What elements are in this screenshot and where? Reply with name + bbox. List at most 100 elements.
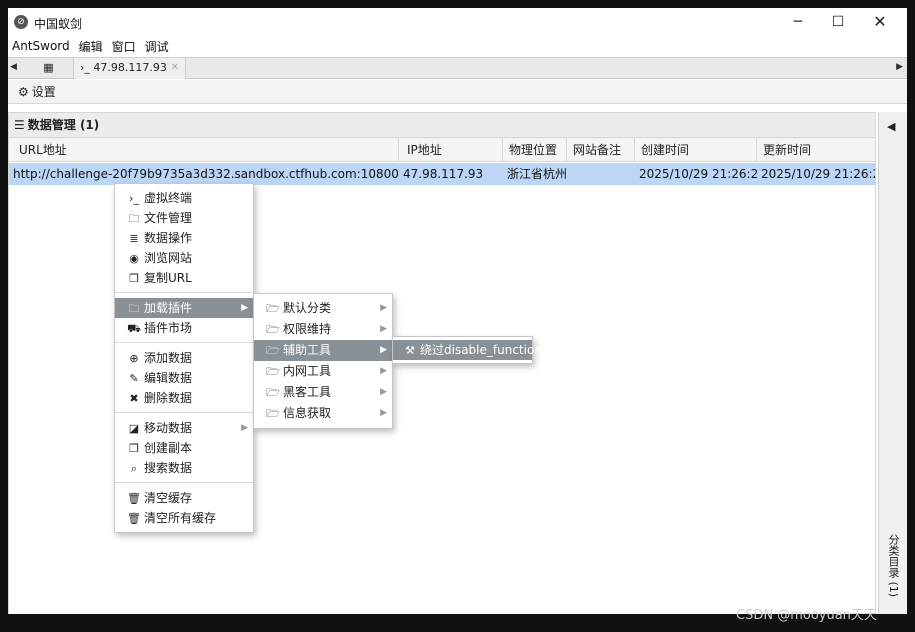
cell-created: 2025/10/29 21:26:29 [639,167,757,181]
tab-shell-label: ›_ 47.98.117.93 [80,61,167,74]
delete-icon: ✖ [129,392,139,405]
menu-edit[interactable]: 编辑 [79,38,103,55]
cart-icon: ⛟ [127,322,141,335]
menu-item-clear-cache[interactable]: 🗑 清空缓存 [115,488,253,508]
close-button[interactable]: ✕ [865,12,895,32]
menu-item-duplicate[interactable]: ❐ 创建副本 [115,438,253,458]
antsword-logo-icon: ⊘ [14,15,28,29]
col-header-location[interactable]: 物理位置 [503,138,567,162]
list-icon: ☰ [14,118,25,132]
category-panel: ◀ 分类目录 (1) [878,112,907,614]
move-icon: ◪ [128,422,140,435]
category-panel-label[interactable]: 分类目录 (1) [885,534,901,614]
gear-icon: ⚙ [18,85,29,99]
copy-icon: ❐ [129,442,139,455]
submenu-item-info-gathering[interactable]: 🗁 信息获取 ▶ [254,403,392,424]
expand-panel-icon[interactable]: ◀ [887,120,895,133]
folder-open-icon: 🗁 [266,365,280,378]
menu-item-delete-data[interactable]: ✖ 删除数据 [115,388,253,408]
menu-item-plugin-market[interactable]: ⛟ 插件市场 [115,318,253,338]
folder-icon: 🗀 [128,212,140,225]
settings-button[interactable]: ⚙ 设置 [18,85,56,99]
title-bar: ⊘ 中国蚁剑 ─ ☐ ✕ [8,8,907,36]
tab-home[interactable]: ▦ [24,58,74,79]
folder-icon: 🗀 [128,302,140,315]
submenu-item-persistence[interactable]: 🗁 权限维持 ▶ [254,319,392,340]
tab-close-icon[interactable]: ✕ [171,58,179,78]
gavel-icon: ⚒ [405,344,415,357]
submenu-arrow-icon: ▶ [380,366,387,376]
submenu-item-hacker-tools[interactable]: 🗁 黑客工具 ▶ [254,382,392,403]
cell-url: http://challenge-20f79b9735a3d332.sandbo… [13,167,399,181]
search-icon: ⌕ [130,462,138,475]
cell-note [567,163,635,185]
context-menu: ›_ 虚拟终端 🗀 文件管理 ≣ 数据操作 ◉ 浏览网站 ❐ 复制URL 🗀 加载插件 ▶ ⛟… [114,183,254,533]
col-header-created[interactable]: 创建时间 [635,138,757,162]
menu-bar: AntSword 编辑 窗口 调试 [8,36,907,56]
folder-open-icon: 🗁 [266,302,280,315]
grid-header: URL地址 IP地址 物理位置 网站备注 创建时间 更新时间 [9,138,875,162]
menu-separator [115,292,253,293]
submenu-arrow-icon: ▶ [380,387,387,397]
menu-item-browse-site[interactable]: ◉ 浏览网站 [115,248,253,268]
chrome-icon: ◉ [129,252,139,265]
copy-icon: ❐ [129,272,139,285]
app-window: ⊘ 中国蚁剑 ─ ☐ ✕ AntSword 编辑 窗口 调试 ◀ ▦ ›_ 47… [8,8,907,614]
minimize-button[interactable]: ─ [783,12,813,32]
folder-open-icon: 🗁 [266,344,280,357]
folder-open-icon: 🗁 [266,386,280,399]
menu-item-edit-data[interactable]: ✎ 编辑数据 [115,368,253,388]
window-title: 中国蚁剑 [34,17,83,31]
cell-ip: 47.98.117.93 [403,167,484,181]
terminal-icon: ›_ [129,192,139,205]
submenu-arrow-icon: ▶ [241,303,248,313]
menu-item-file-manager[interactable]: 🗀 文件管理 [115,208,253,228]
cell-location: 浙江省杭州市 [507,167,567,181]
grid-icon: ▦ [43,61,54,74]
menu-item-search-data[interactable]: ⌕ 搜索数据 [115,458,253,478]
submenu-arrow-icon: ▶ [380,324,387,334]
menu-item-terminal[interactable]: ›_ 虚拟终端 [115,188,253,208]
submenu-item-default[interactable]: 🗁 默认分类 ▶ [254,298,392,319]
menu-item-move-data[interactable]: ◪ 移动数据 ▶ [115,418,253,438]
maximize-button[interactable]: ☐ [823,12,853,32]
tab-scroll-right-icon[interactable]: ▶ [896,62,903,72]
edit-icon: ✎ [129,372,139,385]
folder-open-icon: 🗁 [266,323,280,336]
data-panel-header: ☰ 数据管理 (1) [8,112,876,138]
submenu-item-bypass-disable-functions[interactable]: ⚒ 绕过disable_functions [393,340,548,360]
menu-debug[interactable]: 调试 [145,38,169,55]
trash-icon: 🗑 [127,512,141,525]
tools-submenu: ⚒ 绕过disable_functions [392,336,548,364]
menu-item-copy-url[interactable]: ❐ 复制URL [115,268,253,288]
trash-outline-icon: 🗑 [127,492,141,505]
submenu-arrow-icon: ▶ [380,303,387,313]
submenu-arrow-icon: ▶ [241,423,248,433]
panel-title: 数据管理 (1) [27,118,100,132]
cell-updated: 2025/10/29 21:26:29 [761,167,875,181]
col-header-url[interactable]: URL地址 [9,138,399,162]
watermark: CSDN @mooyuan天天 [736,608,877,623]
menu-item-add-data[interactable]: ⊕ 添加数据 [115,348,253,368]
menu-item-clear-all-cache[interactable]: 🗑 清空所有缓存 [115,508,253,528]
menu-separator [115,482,253,483]
menu-antsword[interactable]: AntSword [12,39,70,53]
plus-circle-icon: ⊕ [129,352,139,365]
menu-window[interactable]: 窗口 [112,38,136,55]
table-row[interactable]: http://challenge-20f79b9735a3d332.sandbo… [9,163,875,185]
tab-shell[interactable]: ›_ 47.98.117.93 ✕ [74,58,186,79]
tab-strip: ◀ ▦ ›_ 47.98.117.93 ✕ ▶ [8,57,907,79]
submenu-arrow-icon: ▶ [380,345,387,355]
menu-separator [115,342,253,343]
col-header-note[interactable]: 网站备注 [567,138,635,162]
submenu-item-intranet-tools[interactable]: 🗁 内网工具 ▶ [254,361,392,382]
col-header-ip[interactable]: IP地址 [399,138,503,162]
toolbar: ⚙ 设置 [8,80,907,104]
submenu-item-aux-tools[interactable]: 🗁 辅助工具 ▶ [254,340,392,361]
database-icon: ≣ [129,232,139,245]
tab-scroll-left-icon[interactable]: ◀ [10,62,17,72]
col-header-updated[interactable]: 更新时间 [757,138,875,162]
menu-item-database[interactable]: ≣ 数据操作 [115,228,253,248]
menu-item-load-plugin[interactable]: 🗀 加载插件 ▶ [115,298,253,318]
folder-open-icon: 🗁 [266,407,280,420]
